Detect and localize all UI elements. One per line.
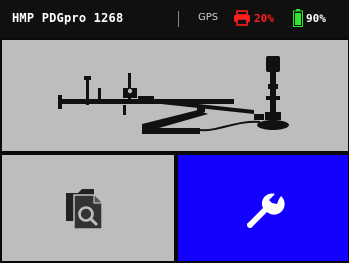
status-divider: [178, 11, 179, 27]
file-search-icon: [66, 189, 103, 230]
pdg-apparatus-illustration: [58, 56, 289, 134]
device-tile[interactable]: [2, 40, 348, 151]
settings-tile[interactable]: [178, 155, 348, 261]
battery-level: 90%: [306, 12, 326, 25]
device-title: HMP PDGpro 1268: [12, 11, 124, 25]
printer-icon: [234, 10, 250, 26]
battery-icon: [293, 9, 303, 27]
files-tile[interactable]: [2, 155, 174, 261]
wrench-icon: [247, 193, 285, 228]
gps-indicator: GPS: [198, 12, 219, 23]
status-bar: HMP PDGpro 1268 GPS 20% 90%: [0, 0, 349, 38]
pdg-home-screen: HMP PDGpro 1268 GPS 20% 90%: [0, 0, 349, 263]
printer-paper-level: 20%: [254, 12, 274, 25]
